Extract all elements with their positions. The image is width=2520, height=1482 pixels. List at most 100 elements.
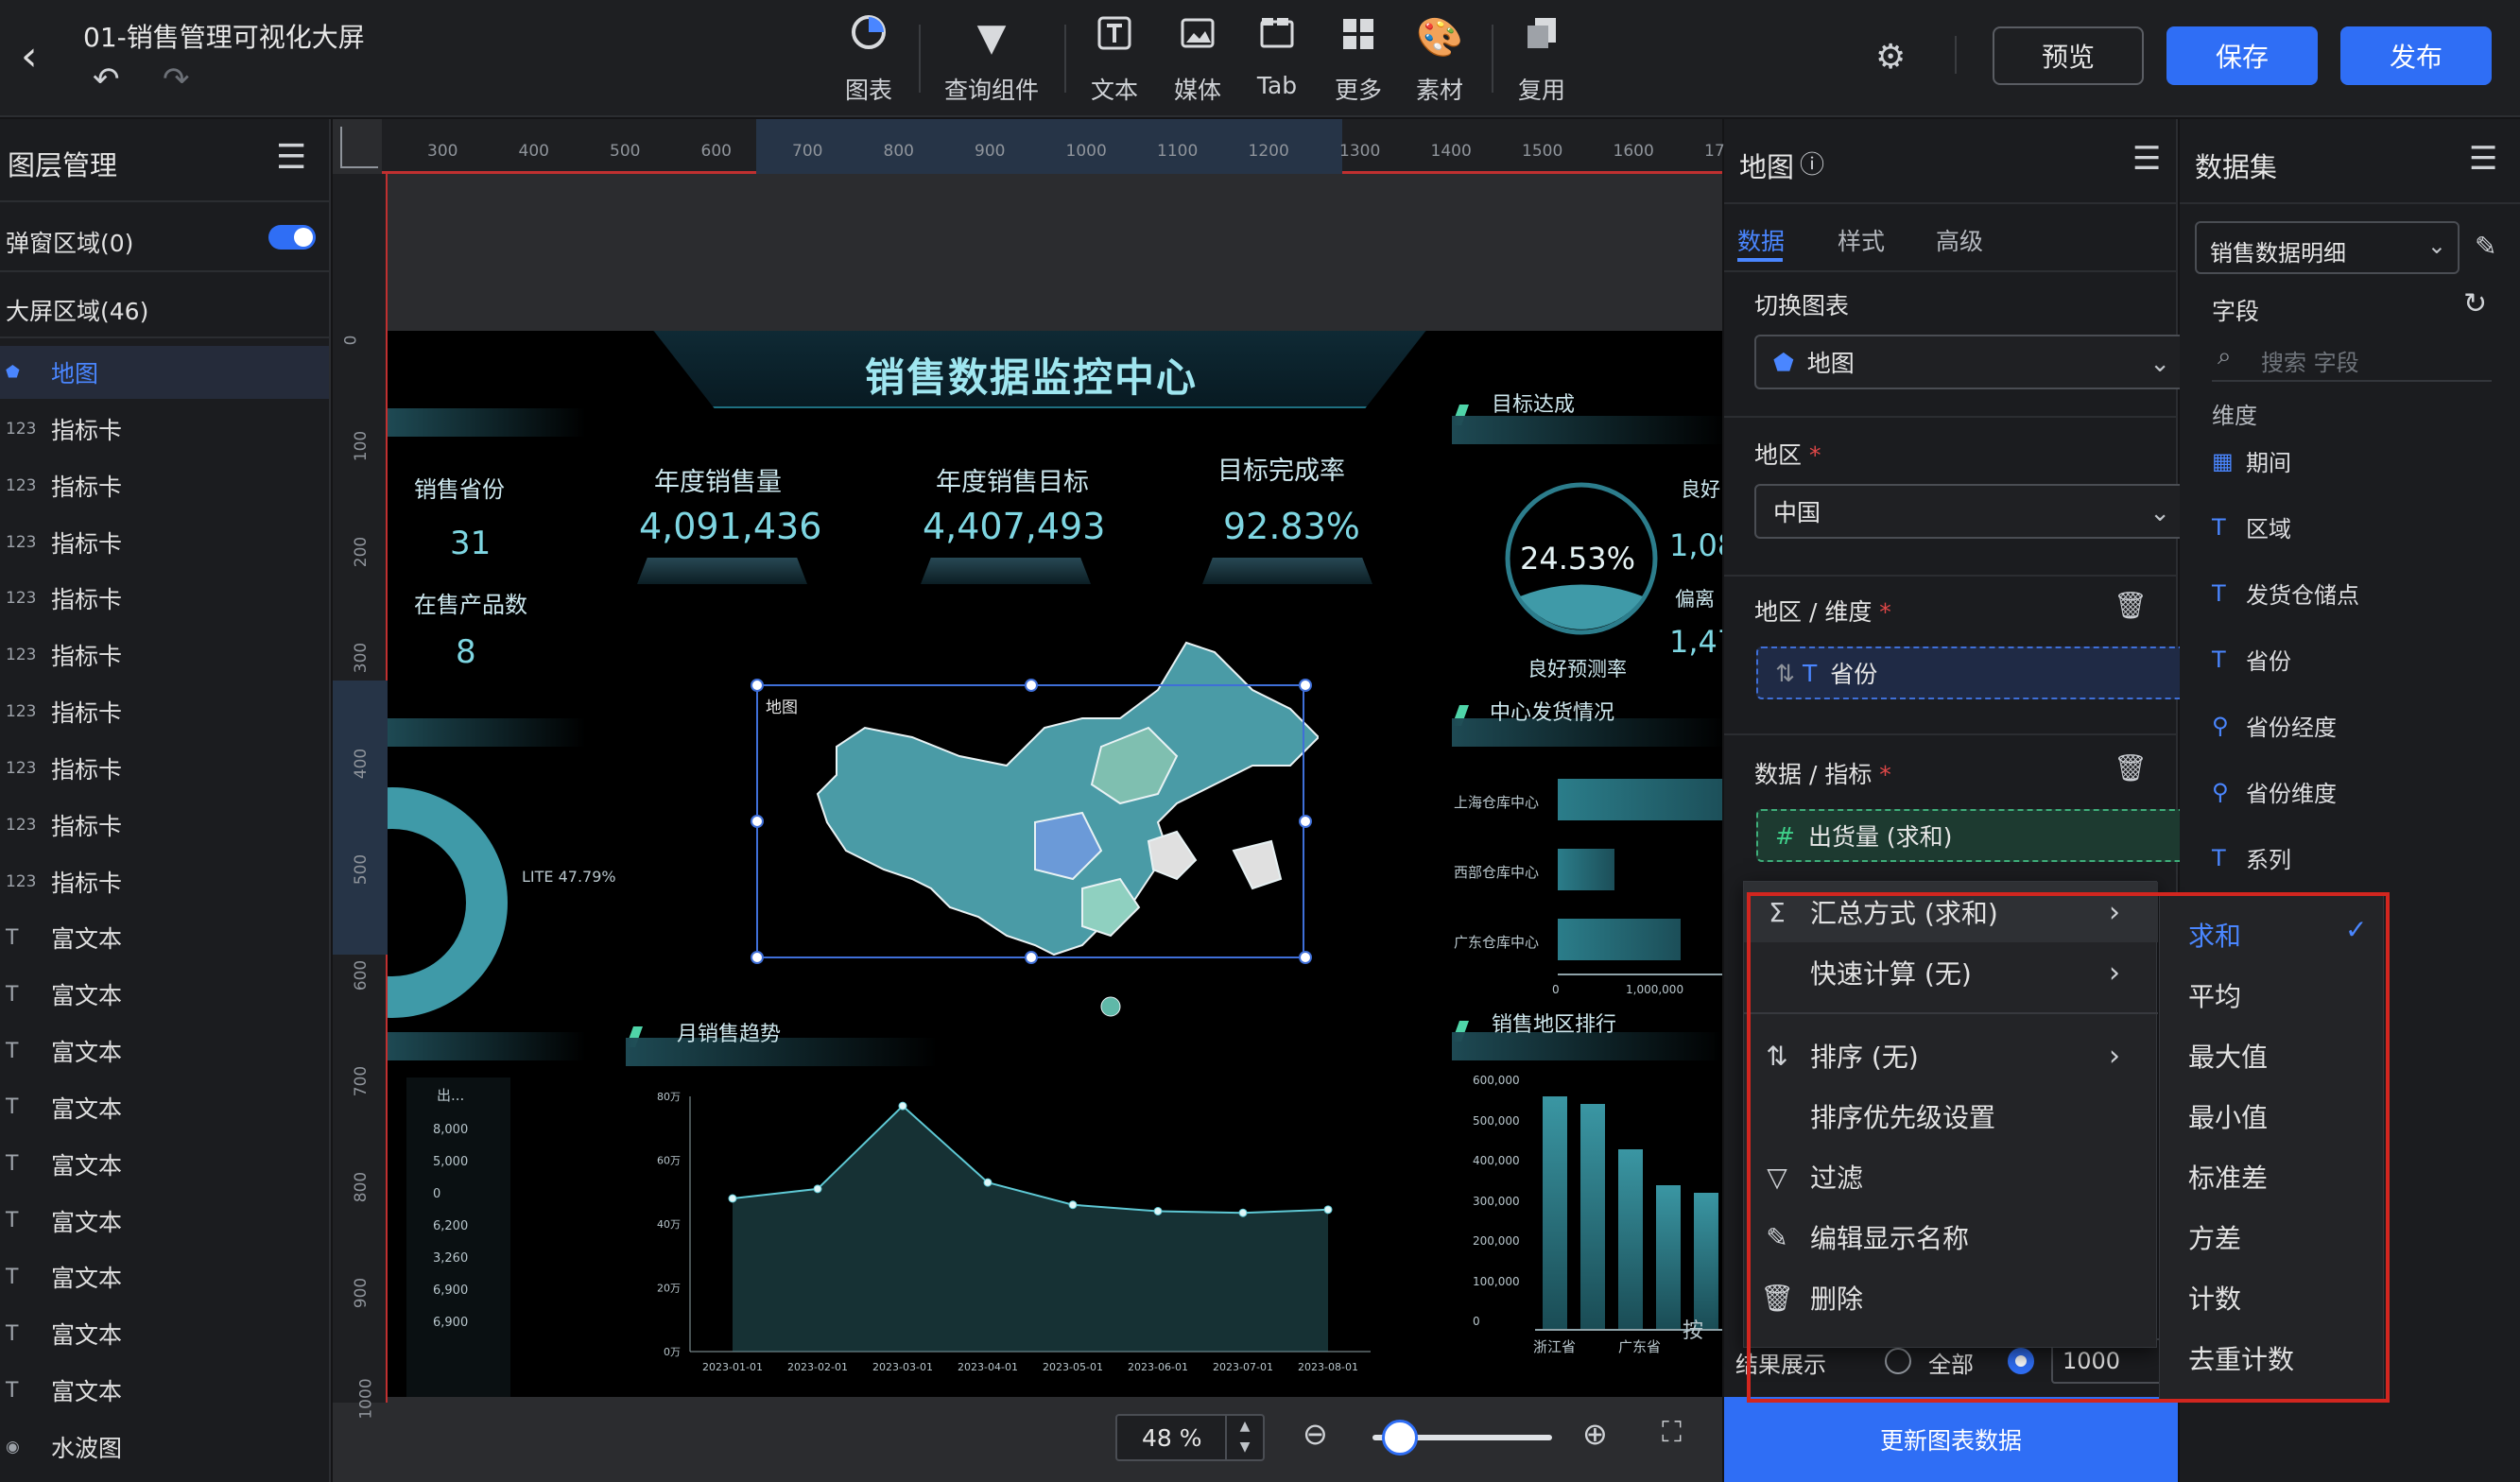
ruler-tick: 1400: [1430, 142, 1472, 161]
tool-reuse[interactable]: 复用: [1490, 13, 1594, 106]
layer-item[interactable]: ⬟ 地图: [0, 346, 329, 399]
ruler-corner-icon[interactable]: [340, 127, 378, 168]
fit-screen-icon[interactable]: ⛶: [1662, 1416, 1682, 1449]
update-chart-button[interactable]: 更新图表数据: [1724, 1397, 2178, 1482]
resize-handle[interactable]: [1025, 679, 1038, 692]
dataset-field[interactable]: T 发货仓储点: [2212, 577, 2359, 610]
resize-handle[interactable]: [1025, 951, 1038, 964]
data-point[interactable]: [898, 1101, 907, 1111]
data-point[interactable]: [813, 1184, 822, 1194]
resize-handle[interactable]: [1299, 679, 1312, 692]
save-button[interactable]: 保存: [2166, 26, 2318, 85]
metric-pill[interactable]: # 出货量 (求和): [1756, 809, 2185, 862]
region-select[interactable]: 中国 ⌄: [1754, 484, 2189, 539]
popup-section[interactable]: 弹窗区域(0): [6, 225, 133, 259]
panel-menu-icon[interactable]: ☰: [2132, 140, 2161, 178]
layer-item[interactable]: 123 指标卡: [0, 855, 329, 908]
trend-chart[interactable]: 0万 20万 40万 60万 80万 2023-01-01 2023-02-01 2023-0…: [624, 1077, 1389, 1389]
tool-chart[interactable]: 图表: [817, 13, 921, 106]
layer-item[interactable]: 123 指标卡: [0, 742, 329, 795]
tab-style[interactable]: 样式: [1838, 223, 1885, 257]
layer-item[interactable]: T 富文本: [0, 1025, 329, 1077]
zoom-stepper-icon[interactable]: ▲ ▼: [1225, 1416, 1263, 1459]
selection-box[interactable]: [756, 684, 1304, 958]
tool-query[interactable]: ▼ 查询组件: [940, 13, 1044, 106]
layer-item[interactable]: T 富文本: [0, 1081, 329, 1134]
layer-item[interactable]: 123 指标卡: [0, 516, 329, 569]
data-point[interactable]: [1153, 1207, 1163, 1215]
zoom-out-icon[interactable]: ⊖: [1303, 1416, 1328, 1452]
tool-assets[interactable]: 🎨 素材: [1388, 13, 1492, 106]
resize-handle[interactable]: [751, 679, 764, 692]
dataset-field[interactable]: ▦ 期间: [2212, 444, 2291, 477]
dimension-pill[interactable]: ⇅ T 省份: [1756, 646, 2185, 699]
publish-button[interactable]: 发布: [2340, 26, 2492, 85]
dataset-field-label: 发货仓储点: [2246, 582, 2359, 609]
tool-reuse-label: 复用: [1517, 77, 1565, 104]
layer-item[interactable]: 123 指标卡: [0, 799, 329, 852]
field-search[interactable]: ⌕ 搜索 字段: [2212, 335, 2492, 382]
preview-button[interactable]: 预览: [1993, 26, 2144, 85]
resize-handle[interactable]: [1299, 815, 1312, 828]
panel-menu-icon[interactable]: ☰: [2469, 140, 2497, 178]
screen-section[interactable]: 大屏区域(46): [6, 293, 148, 327]
edit-icon[interactable]: ✎: [2475, 231, 2496, 262]
layer-item[interactable]: T 富文本: [0, 1195, 329, 1248]
divider: [2180, 202, 2520, 204]
popup-toggle[interactable]: [268, 225, 316, 250]
layer-item[interactable]: 123 指标卡: [0, 572, 329, 625]
layer-item[interactable]: 123 指标卡: [0, 459, 329, 512]
tab-data[interactable]: 数据: [1737, 223, 1785, 257]
zoom-in-icon[interactable]: ⊕: [1582, 1416, 1608, 1452]
layer-item[interactable]: T 富文本: [0, 968, 329, 1021]
table-cell: 6,900: [433, 1316, 469, 1330]
dataset-field[interactable]: T 省份: [2212, 643, 2291, 676]
info-icon[interactable]: ⓘ: [1800, 146, 1824, 181]
layer-item[interactable]: 123 指标卡: [0, 685, 329, 738]
zoom-slider-knob[interactable]: [1382, 1420, 1418, 1456]
settings-sliders-icon[interactable]: ⚙: [1875, 38, 1906, 77]
map-label: 地图: [766, 698, 798, 717]
switch-chart-label: 切换图表: [1754, 292, 1850, 319]
refresh-icon[interactable]: ↻: [2463, 287, 2487, 320]
resize-handle[interactable]: [1299, 951, 1312, 964]
dataset-field[interactable]: T 系列: [2212, 841, 2291, 874]
back-icon[interactable]: ‹: [21, 36, 38, 78]
dataset-field[interactable]: ⚲ 省份经度: [2212, 709, 2337, 742]
layer-item[interactable]: T 富文本: [0, 1250, 329, 1303]
tab-advanced[interactable]: 高级: [1936, 223, 1983, 257]
layer-item[interactable]: 123 指标卡: [0, 629, 329, 681]
ranking-bar: [1656, 1185, 1681, 1329]
data-point[interactable]: [1068, 1200, 1078, 1210]
undo-icon[interactable]: ↶: [93, 60, 120, 98]
layer-item[interactable]: 123 指标卡: [0, 403, 329, 456]
data-point[interactable]: [1238, 1208, 1248, 1217]
layer-item[interactable]: T 富文本: [0, 911, 329, 964]
layer-item[interactable]: T 富文本: [0, 1364, 329, 1417]
trash-icon[interactable]: 🗑: [2114, 752, 2148, 784]
chart-type-select[interactable]: ⬟ 地图 ⌄: [1754, 335, 2189, 389]
data-point[interactable]: [983, 1178, 992, 1187]
layer-item[interactable]: ◉ 水波图: [0, 1421, 329, 1473]
tool-query-label: 查询组件: [943, 77, 1039, 104]
layer-item[interactable]: T 富文本: [0, 1307, 329, 1360]
ruler-tick: 800: [352, 1171, 371, 1203]
donut-label: LITE 47.79%: [522, 868, 616, 886]
data-point[interactable]: [728, 1194, 737, 1203]
target-title: 目标达成: [1492, 393, 1576, 417]
collapse-menu-icon[interactable]: ☰: [276, 138, 306, 177]
dataset-field[interactable]: ⚲ 省份维度: [2212, 775, 2337, 808]
chart-type-value: 地图: [1806, 350, 1855, 377]
dataset-field[interactable]: T 区域: [2212, 510, 2291, 543]
layer-item-label: 富文本: [51, 925, 123, 954]
trash-icon[interactable]: 🗑: [2114, 590, 2148, 621]
resize-handle[interactable]: [751, 815, 764, 828]
resize-handle[interactable]: [751, 951, 764, 964]
redo-icon[interactable]: ↷: [163, 60, 190, 98]
dataset-select[interactable]: 销售数据明细 ⌄: [2195, 221, 2460, 274]
kpi-pedestal: [921, 558, 1091, 584]
x-tick-label: 2023-02-01: [787, 1361, 848, 1373]
dashboard-screen[interactable]: 销售数据监控中心 销售省份 31 在售产品数 8 年度销售量 4,091,436…: [388, 331, 1722, 1397]
layer-item[interactable]: T 富文本: [0, 1138, 329, 1191]
data-point[interactable]: [1323, 1205, 1333, 1215]
